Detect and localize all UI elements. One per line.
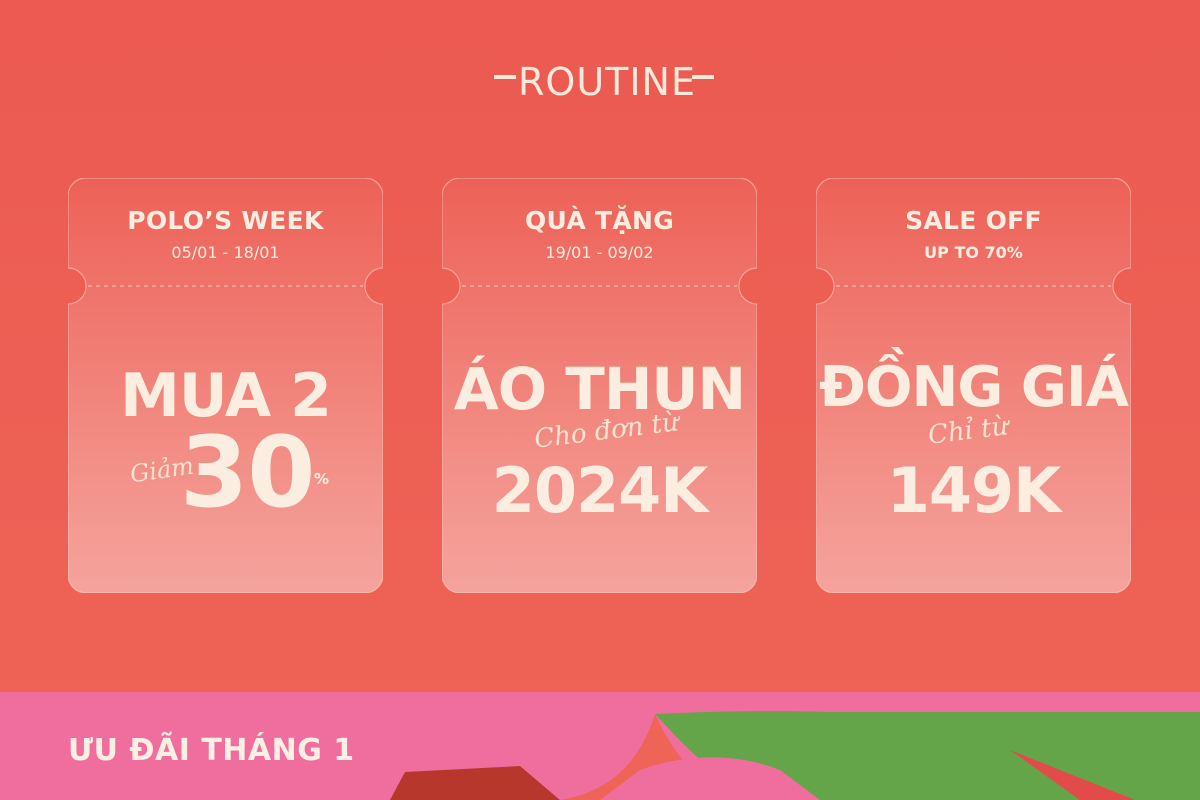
ticket-percent-sign: % xyxy=(314,470,330,488)
promo-ticket-sale-off[interactable]: SALE OFF UP TO 70% ĐỒNG GIÁ Chỉ từ 149K xyxy=(816,178,1131,593)
logo-wordmark: ROUTINE xyxy=(518,60,696,104)
promo-ticket-polo-week[interactable]: POLO’S WEEK 05/01 - 18/01 MUA 2 Giảm 30 … xyxy=(68,178,383,593)
ticket-title: SALE OFF xyxy=(905,206,1042,235)
ticket-title: QUÀ TẶNG xyxy=(524,206,675,235)
ticket-price-value: 149K xyxy=(886,454,1061,527)
ticket-headline: ÁO THUN xyxy=(453,355,746,423)
banner-title: ƯU ĐÃI THÁNG 1 xyxy=(68,733,355,768)
ticket-title: POLO’S WEEK xyxy=(127,206,324,235)
ticket-price-value: 2024K xyxy=(491,454,709,527)
logo-right-bar xyxy=(692,75,714,79)
ticket-subtitle: UP TO 70% xyxy=(924,243,1023,262)
logo-left-bar xyxy=(494,75,516,79)
ticket-discount-value: 30 xyxy=(180,416,315,530)
ticket-date-range: 05/01 - 18/01 xyxy=(171,243,280,262)
ticket-date-range: 19/01 - 09/02 xyxy=(545,243,654,262)
ticket-headline: ĐỒNG GIÁ xyxy=(819,355,1129,420)
promo-ticket-qua-tang[interactable]: QUÀ TẶNG 19/01 - 09/02 ÁO THUN Cho đơn t… xyxy=(442,178,757,593)
brand-logo[interactable]: ROUTINE xyxy=(494,56,714,108)
